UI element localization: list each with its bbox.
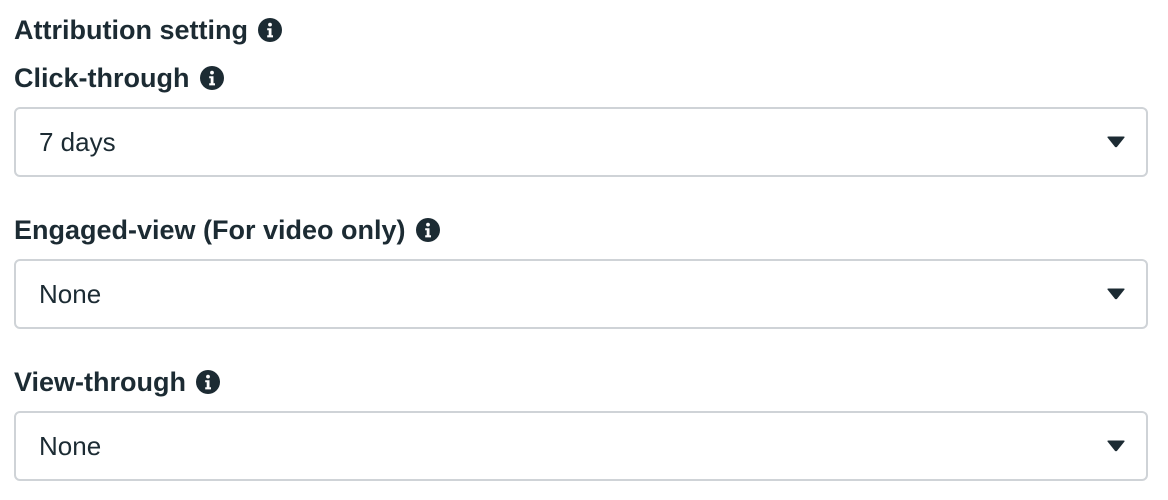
engaged-view-label: Engaged-view (For video only) — [14, 215, 406, 245]
click-through-select[interactable]: 7 days — [14, 107, 1148, 177]
engaged-view-label-row: Engaged-view (For video only) — [14, 213, 440, 247]
engaged-view-info-icon[interactable] — [415, 218, 440, 242]
view-through-label-row: View-through — [14, 365, 220, 399]
click-through-value: 7 days — [39, 126, 116, 157]
click-through-info-icon[interactable] — [199, 66, 224, 90]
engaged-view-value: None — [39, 278, 102, 309]
section-heading: Attribution setting — [14, 13, 282, 47]
view-through-caret-down-icon — [1106, 439, 1126, 453]
view-through-label: View-through — [14, 367, 186, 397]
click-through-label: Click-through — [14, 63, 190, 93]
engaged-view-caret-down-icon — [1106, 287, 1126, 301]
click-through-label-row: Click-through — [14, 61, 224, 95]
click-through-caret-down-icon — [1106, 135, 1126, 149]
view-through-info-icon[interactable] — [196, 370, 220, 394]
engaged-view-select[interactable]: None — [14, 259, 1148, 329]
view-through-value: None — [39, 430, 102, 461]
attribution-setting-info-icon[interactable] — [257, 18, 282, 42]
view-through-select[interactable]: None — [14, 411, 1148, 481]
section-title: Attribution setting — [14, 15, 248, 45]
